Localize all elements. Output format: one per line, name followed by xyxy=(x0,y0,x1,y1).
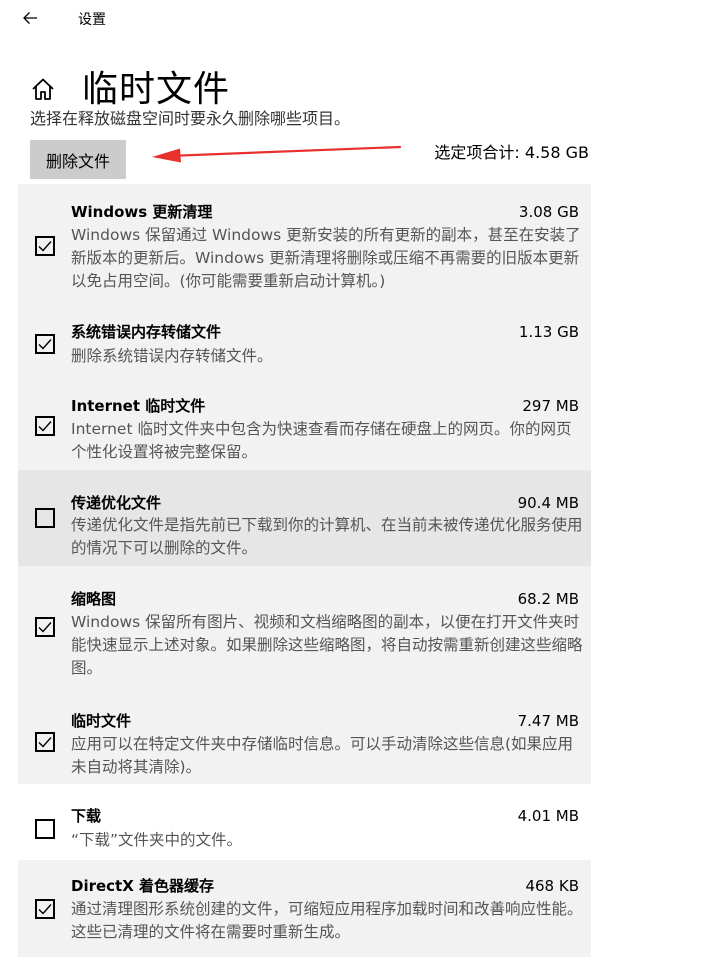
checkbox[interactable] xyxy=(35,416,55,436)
item-name: 下载 xyxy=(71,807,102,825)
list-item[interactable]: Windows 更新清理 3.08 GB Windows 保留通过 Window… xyxy=(18,184,591,298)
back-button[interactable] xyxy=(14,6,46,34)
item-name: 缩略图 xyxy=(71,590,117,608)
item-name: 系统错误内存转储文件 xyxy=(71,323,222,341)
item-size: 4.01 MB xyxy=(517,807,579,825)
checkmark-icon xyxy=(38,622,52,633)
list-item[interactable]: 临时文件 7.47 MB 应用可以在特定文件夹中存储临时信息。可以手动清除这些信… xyxy=(18,686,591,784)
window-title: 设置 xyxy=(78,12,106,28)
list-item[interactable]: 缩略图 68.2 MB Windows 保留所有图片、视频和文档缩略图的副本，以… xyxy=(18,566,591,686)
item-size: 90.4 MB xyxy=(517,494,579,512)
home-icon xyxy=(30,76,56,106)
item-name: 传递优化文件 xyxy=(71,494,162,512)
item-name: Windows 更新清理 xyxy=(71,203,213,221)
checkbox[interactable] xyxy=(35,508,55,528)
checkmark-icon xyxy=(38,904,52,915)
selected-total: 选定项合计: 4.58 GB xyxy=(434,143,589,162)
item-description: Windows 保留所有图片、视频和文档缩略图的副本，以便在打开文件夹时能快速显… xyxy=(71,613,583,677)
item-name: 临时文件 xyxy=(71,712,132,730)
list-item[interactable]: Internet 临时文件 297 MB Internet 临时文件夹中包含为快… xyxy=(18,374,591,470)
checkmark-icon xyxy=(38,421,52,432)
page-description-text: 选择在释放磁盘空间时要永久删除哪些项目。 xyxy=(30,109,351,128)
item-description: 传递优化文件是指先前已下载到你的计算机、在当前未被传递优化服务使用的情况下可以删… xyxy=(71,516,583,557)
checkbox[interactable] xyxy=(35,732,55,752)
item-size: 68.2 MB xyxy=(517,590,579,608)
checkbox[interactable] xyxy=(35,899,55,919)
item-description: 通过清理图形系统创建的文件，可缩短应用程序加载时间和改善响应性能。这些已清理的文… xyxy=(71,900,583,941)
item-size: 297 MB xyxy=(522,397,579,415)
item-size: 1.13 GB xyxy=(518,323,579,341)
title-bar: 设置 xyxy=(0,0,705,40)
item-description: 删除系统错误内存转储文件。 xyxy=(71,347,273,365)
item-description: Internet 临时文件夹中包含为快速查看而存储在硬盘上的网页。你的网页个性化… xyxy=(71,420,572,461)
checkbox[interactable] xyxy=(35,236,55,256)
arrow-annotation-icon xyxy=(152,145,402,163)
checkbox[interactable] xyxy=(35,819,55,839)
item-name: Internet 临时文件 xyxy=(71,397,206,415)
item-size: 7.47 MB xyxy=(517,712,579,730)
list-item[interactable]: DirectX 着色器缓存 468 KB 通过清理图形系统创建的文件，可缩短应用… xyxy=(18,860,591,957)
checkmark-icon xyxy=(38,241,52,252)
checkmark-icon xyxy=(38,339,52,350)
checkbox[interactable] xyxy=(35,617,55,637)
temp-files-list: Windows 更新清理 3.08 GB Windows 保留通过 Window… xyxy=(18,184,591,957)
item-size: 3.08 GB xyxy=(518,203,579,221)
item-name: DirectX 着色器缓存 xyxy=(71,877,215,895)
home-button[interactable] xyxy=(28,76,58,106)
item-size: 468 KB xyxy=(525,877,579,895)
list-item[interactable]: 传递优化文件 90.4 MB 传递优化文件是指先前已下载到你的计算机、在当前未被… xyxy=(18,470,591,566)
checkmark-icon xyxy=(38,737,52,748)
page-description: 选择在释放磁盘空间时要永久删除哪些项目。 xyxy=(30,106,390,128)
item-description: 应用可以在特定文件夹中存储临时信息。可以手动清除这些信息(如果应用未自动将其清除… xyxy=(71,735,574,776)
item-description: Windows 保留通过 Windows 更新安装的所有更新的副本，甚至在安装了… xyxy=(71,226,581,290)
delete-files-button[interactable]: 删除文件 xyxy=(30,140,126,179)
arrow-left-icon xyxy=(22,10,38,30)
checkbox[interactable] xyxy=(35,334,55,354)
list-item[interactable]: 系统错误内存转储文件 1.13 GB 删除系统错误内存转储文件。 xyxy=(18,298,591,374)
item-description: “下载”文件夹中的文件。 xyxy=(71,831,243,849)
list-item[interactable]: 下载 4.01 MB “下载”文件夹中的文件。 xyxy=(18,784,591,860)
